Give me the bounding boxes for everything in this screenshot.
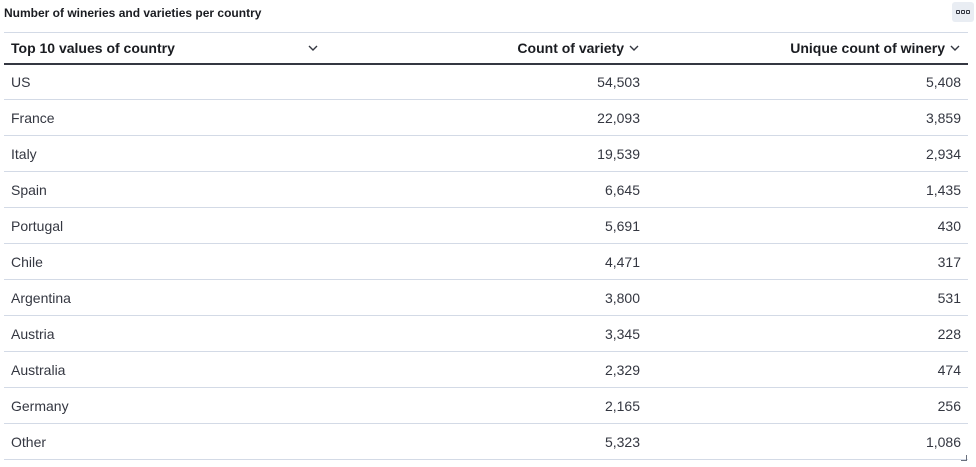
table-row: Argentina 3,800 531 bbox=[4, 279, 968, 316]
cell-country: Italy bbox=[4, 135, 326, 172]
panel-title: Number of wineries and varieties per cou… bbox=[4, 6, 262, 20]
cell-winery-count: 430 bbox=[647, 207, 968, 244]
cell-winery-count: 3,859 bbox=[647, 99, 968, 136]
table-row: Italy 19,539 2,934 bbox=[4, 135, 968, 172]
cell-winery-count: 1,435 bbox=[647, 171, 968, 208]
cell-variety-count: 5,691 bbox=[326, 207, 647, 244]
ellipsis-icon bbox=[961, 10, 965, 14]
cell-country: Germany bbox=[4, 387, 326, 424]
cell-country: US bbox=[4, 63, 326, 100]
table-row: Portugal 5,691 430 bbox=[4, 207, 968, 244]
cell-variety-count: 6,645 bbox=[326, 171, 647, 208]
chevron-down-icon[interactable] bbox=[307, 42, 319, 54]
table-row: Other 5,323 1,086 bbox=[4, 423, 968, 460]
cell-variety-count: 54,503 bbox=[326, 63, 647, 100]
cell-winery-count: 5,408 bbox=[647, 63, 968, 100]
cell-country: France bbox=[4, 99, 326, 136]
column-header-country[interactable]: Top 10 values of country bbox=[4, 32, 326, 65]
cell-winery-count: 531 bbox=[647, 279, 968, 316]
cell-country: Chile bbox=[4, 243, 326, 280]
table-row: France 22,093 3,859 bbox=[4, 99, 968, 136]
column-header-winery-count[interactable]: Unique count of winery bbox=[647, 32, 968, 65]
cell-variety-count: 22,093 bbox=[326, 99, 647, 136]
chevron-down-icon[interactable] bbox=[628, 42, 640, 54]
table-row: Spain 6,645 1,435 bbox=[4, 171, 968, 208]
cell-variety-count: 2,165 bbox=[326, 387, 647, 424]
table-row: Chile 4,471 317 bbox=[4, 243, 968, 280]
panel-options-button[interactable] bbox=[952, 2, 974, 22]
table-row: Austria 3,345 228 bbox=[4, 315, 968, 352]
cell-winery-count: 228 bbox=[647, 315, 968, 352]
table-row: US 54,503 5,408 bbox=[4, 63, 968, 100]
cell-variety-count: 5,323 bbox=[326, 423, 647, 460]
column-header-label: Unique count of winery bbox=[790, 39, 945, 56]
cell-winery-count: 2,934 bbox=[647, 135, 968, 172]
ellipsis-icon bbox=[966, 10, 970, 14]
cell-variety-count: 4,471 bbox=[326, 243, 647, 280]
cell-winery-count: 256 bbox=[647, 387, 968, 424]
column-header-label: Top 10 values of country bbox=[11, 39, 175, 56]
cell-variety-count: 2,329 bbox=[326, 351, 647, 388]
column-header-label: Count of variety bbox=[517, 39, 624, 56]
cell-country: Argentina bbox=[4, 279, 326, 316]
table-row: Germany 2,165 256 bbox=[4, 387, 968, 424]
data-table: Top 10 values of country Count of variet… bbox=[4, 32, 968, 460]
chevron-down-icon[interactable] bbox=[949, 42, 961, 54]
cell-country: Portugal bbox=[4, 207, 326, 244]
cell-country: Spain bbox=[4, 171, 326, 208]
ellipsis-icon bbox=[956, 10, 960, 14]
column-header-variety-count[interactable]: Count of variety bbox=[326, 32, 647, 65]
cell-variety-count: 19,539 bbox=[326, 135, 647, 172]
cell-country: Austria bbox=[4, 315, 326, 352]
table-header-row: Top 10 values of country Count of variet… bbox=[4, 32, 968, 65]
resize-corner-icon[interactable] bbox=[961, 455, 967, 461]
table-row: Australia 2,329 474 bbox=[4, 351, 968, 388]
cell-variety-count: 3,800 bbox=[326, 279, 647, 316]
cell-winery-count: 317 bbox=[647, 243, 968, 280]
cell-country: Australia bbox=[4, 351, 326, 388]
cell-country: Other bbox=[4, 423, 326, 460]
cell-winery-count: 474 bbox=[647, 351, 968, 388]
cell-winery-count: 1,086 bbox=[647, 423, 968, 460]
cell-variety-count: 3,345 bbox=[326, 315, 647, 352]
